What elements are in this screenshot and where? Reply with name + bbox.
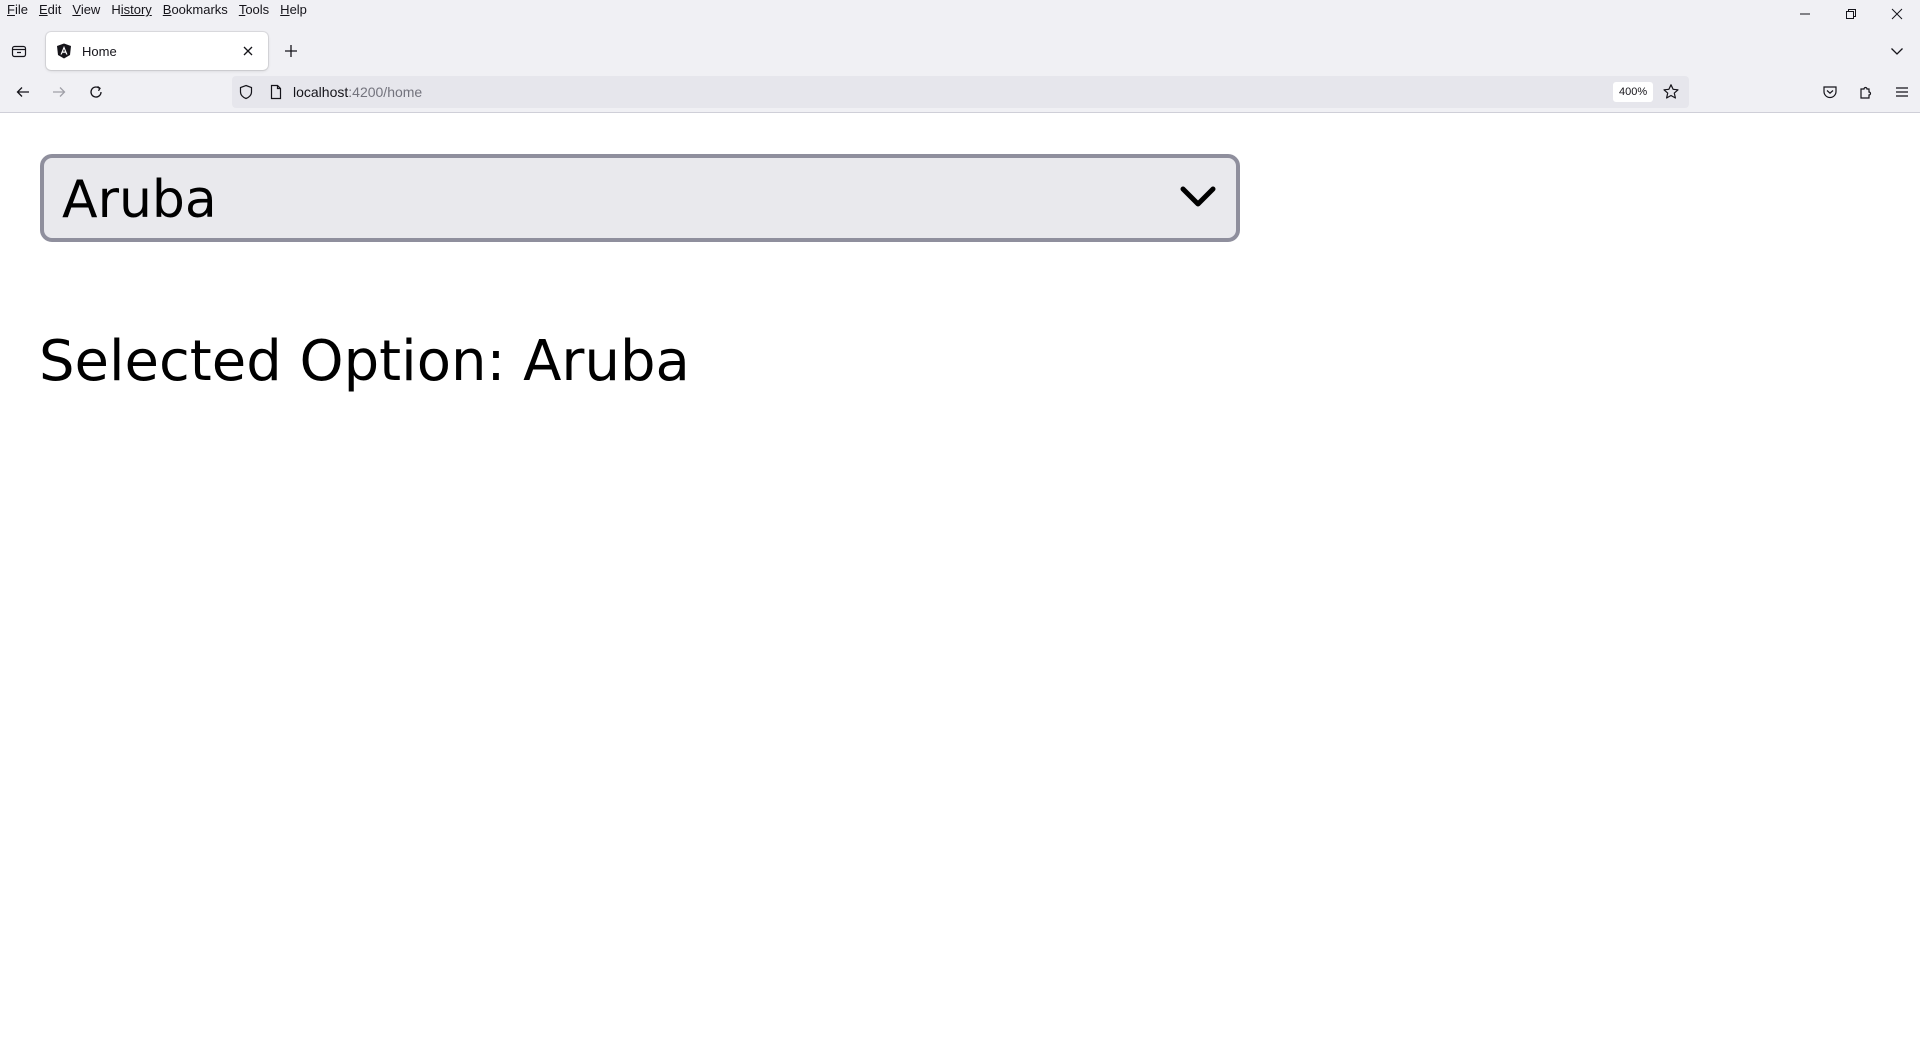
menu-bar: File Edit View History Bookmarks Tools H… bbox=[0, 0, 1920, 20]
tab-list-icon bbox=[11, 45, 27, 58]
reload-button[interactable] bbox=[78, 76, 114, 108]
extensions-button[interactable] bbox=[1848, 76, 1884, 108]
hamburger-icon bbox=[1896, 87, 1908, 97]
menu-edit-label: dit bbox=[47, 2, 62, 17]
restore-icon bbox=[1846, 9, 1856, 19]
url-path: :4200/home bbox=[348, 84, 423, 100]
puzzle-icon bbox=[1860, 86, 1872, 99]
app-menu-button[interactable] bbox=[1884, 76, 1920, 108]
menu-history-first: H bbox=[111, 2, 121, 17]
plus-icon bbox=[285, 45, 297, 57]
toolbar-right bbox=[1812, 76, 1920, 108]
list-all-tabs-button[interactable] bbox=[1886, 40, 1908, 62]
country-select[interactable]: Aruba bbox=[40, 154, 1240, 242]
pocket-icon bbox=[1823, 86, 1837, 99]
firefox-view-button[interactable] bbox=[8, 40, 30, 62]
arrow-right-icon bbox=[53, 87, 66, 97]
tab-title: Home bbox=[82, 43, 117, 59]
angular-icon bbox=[56, 43, 72, 59]
pocket-button[interactable] bbox=[1812, 76, 1848, 108]
tab-close-button[interactable] bbox=[238, 41, 258, 61]
url-text[interactable]: localhost:4200/home bbox=[293, 84, 422, 100]
menu-edit-accel: E bbox=[38, 2, 48, 17]
zoom-level-button[interactable]: 400% bbox=[1613, 82, 1654, 102]
arrow-left-icon bbox=[16, 87, 29, 97]
menu-tools-label: ools bbox=[245, 2, 270, 17]
menu-view-accel: V bbox=[72, 2, 81, 17]
tab-strip: Home bbox=[0, 30, 1920, 71]
menu-help[interactable]: Help bbox=[275, 0, 313, 20]
close-icon bbox=[243, 46, 253, 56]
menu-help-accel: H bbox=[280, 2, 290, 17]
menu-history-label: istory bbox=[120, 2, 152, 17]
menu-bookmarks[interactable]: Bookmarks bbox=[158, 0, 234, 20]
menu-edit[interactable]: Edit bbox=[34, 0, 67, 20]
url-host: localhost bbox=[293, 84, 349, 100]
menu-file-label: ile bbox=[14, 2, 28, 17]
page-icon[interactable] bbox=[268, 84, 284, 100]
select-value: Aruba bbox=[62, 170, 217, 230]
restore-button[interactable] bbox=[1828, 0, 1874, 28]
close-window-button[interactable] bbox=[1874, 0, 1920, 28]
close-icon bbox=[1891, 8, 1903, 20]
reload-icon bbox=[90, 85, 102, 98]
menu-file[interactable]: File bbox=[2, 0, 34, 20]
menu-tools[interactable]: Tools bbox=[234, 0, 275, 20]
menu-view[interactable]: View bbox=[67, 0, 106, 20]
menu-history[interactable]: History bbox=[106, 0, 157, 20]
new-tab-button[interactable] bbox=[280, 40, 302, 62]
chevron-down-icon bbox=[1891, 48, 1903, 55]
tab-home[interactable]: Home bbox=[46, 32, 268, 70]
star-icon[interactable] bbox=[1662, 83, 1680, 101]
nav-bar: localhost:4200/home 400% bbox=[0, 72, 1920, 112]
url-bar[interactable]: localhost:4200/home 400% bbox=[232, 76, 1689, 108]
menu-help-label: elp bbox=[289, 2, 307, 17]
menu-file-accel: F bbox=[7, 2, 15, 17]
menu-view-label: iew bbox=[80, 2, 101, 17]
window-controls bbox=[1782, 0, 1920, 28]
forward-button[interactable] bbox=[41, 76, 77, 108]
browser-chrome: File Edit View History Bookmarks Tools H… bbox=[0, 0, 1920, 113]
chevron-down-icon bbox=[1180, 186, 1216, 207]
menu-bookmarks-label: ookmarks bbox=[171, 2, 228, 17]
shield-icon[interactable] bbox=[238, 84, 254, 100]
minimize-button[interactable] bbox=[1782, 0, 1828, 28]
back-button[interactable] bbox=[5, 76, 41, 108]
page-content: Aruba Selected Option: Aruba bbox=[0, 113, 1920, 1040]
selected-option-text: Selected Option: Aruba bbox=[39, 329, 690, 394]
minimize-icon bbox=[1800, 13, 1810, 15]
